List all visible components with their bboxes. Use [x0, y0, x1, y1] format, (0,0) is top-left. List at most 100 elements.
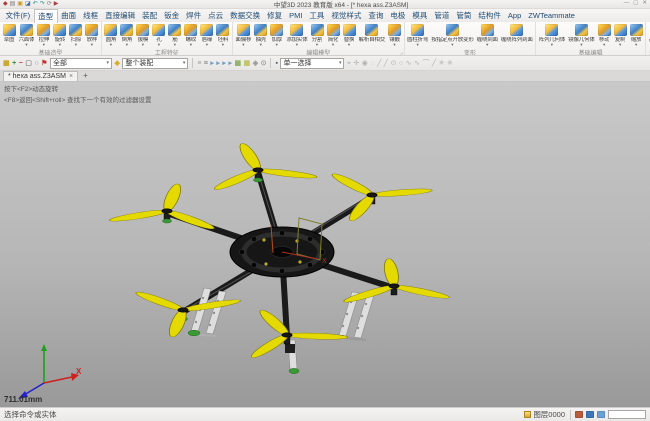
- ribbon-item-4-2[interactable]: 移动▾: [596, 23, 612, 48]
- layer-selector[interactable]: 图层0000: [524, 409, 565, 420]
- toolbar-icon-2[interactable]: −: [19, 60, 23, 67]
- toolbar-gray-icon-11[interactable]: ╱: [432, 60, 436, 67]
- toolbar-gray-icon-6[interactable]: ⊙: [391, 60, 397, 67]
- menu-item-1[interactable]: 造型: [34, 9, 58, 23]
- toolbar-gray-icon-3[interactable]: ◌: [370, 60, 374, 67]
- toolbar-gray-icon-7[interactable]: ○: [399, 60, 403, 67]
- menu-item-6[interactable]: 钣金: [161, 9, 183, 22]
- toolbar-mid-icon-5[interactable]: ▸: [228, 60, 232, 67]
- menu-item-20[interactable]: App: [504, 10, 524, 21]
- ribbon-item-2-4[interactable]: 分割▾: [309, 23, 325, 48]
- tab-close-icon[interactable]: ×: [69, 73, 73, 80]
- toolbar-gray-icon-9[interactable]: ∿: [414, 60, 420, 67]
- menu-item-18[interactable]: 管筒: [453, 9, 475, 22]
- toolbar-mid-icon-6[interactable]: ▦: [234, 60, 241, 67]
- toolbar-icon-4[interactable]: ○: [34, 60, 38, 67]
- ribbon-item-2-8[interactable]: 镶嵌▾: [387, 23, 403, 48]
- quick-access-icon-6[interactable]: ⟳: [47, 1, 52, 7]
- ribbon-item-0-5[interactable]: 放样▾: [84, 23, 100, 48]
- toolbar-gray-icon-5[interactable]: ╱: [384, 60, 388, 67]
- menu-item-9[interactable]: 数据交换: [227, 9, 264, 22]
- ribbon-item-2-3[interactable]: 添加实体▾: [285, 23, 309, 48]
- toolbar-mid-icon-3[interactable]: ▸: [216, 60, 220, 67]
- status-input[interactable]: [608, 410, 646, 419]
- ribbon-item-3-3[interactable]: 缠绕阵列到面: [499, 23, 534, 43]
- ribbon-item-0-3[interactable]: 旋转▾: [52, 23, 68, 48]
- ribbon-item-4-1[interactable]: 镜像几何体▾: [567, 23, 597, 48]
- document-tab[interactable]: * hexa ass.Z3ASM ×: [3, 71, 78, 81]
- menu-item-14[interactable]: 查询: [365, 9, 387, 22]
- ribbon-item-2-6[interactable]: 替换▾: [341, 23, 357, 48]
- menu-item-10[interactable]: 修复: [264, 9, 286, 22]
- quick-access-icon-5[interactable]: ↷: [40, 1, 45, 7]
- toolbar-gray-icon-1[interactable]: ✛: [353, 60, 359, 67]
- ribbon-item-3-2[interactable]: 缠绕到面▾: [475, 23, 499, 48]
- ribbon-item-1-5[interactable]: 螺纹▾: [183, 23, 199, 48]
- menu-item-8[interactable]: 点云: [205, 9, 227, 22]
- menu-item-0[interactable]: 文件(F): [2, 9, 34, 22]
- status-display-icon-1[interactable]: [586, 411, 594, 418]
- ribbon-item-1-4[interactable]: 筋▾: [167, 23, 183, 48]
- ribbon-item-2-7[interactable]: 解析自相交: [357, 23, 387, 43]
- toolbar-gray-icon-4[interactable]: ╱: [377, 60, 381, 67]
- toolbar-mid-icon-2[interactable]: ▸: [210, 60, 214, 67]
- ribbon-item-4-0[interactable]: 阵列几何体▾: [537, 23, 567, 48]
- filter-combo[interactable]: 全部▾: [50, 58, 112, 69]
- toolbar-gray-icon-13[interactable]: ✳: [447, 60, 453, 67]
- quick-access-icon-4[interactable]: ↶: [33, 1, 38, 7]
- ribbon-item-3-0[interactable]: 圆柱折弯▾: [406, 23, 430, 48]
- ribbon-item-0-1[interactable]: 六面体▾: [17, 23, 36, 48]
- ribbon-item-1-0[interactable]: 圆角▾: [103, 23, 119, 48]
- ribbon-item-2-1[interactable]: 抽壳▾: [253, 23, 269, 48]
- ribbon-item-1-2[interactable]: 拔模▾: [135, 23, 151, 48]
- quick-access-icon-2[interactable]: ▣: [17, 1, 23, 7]
- new-tab-button[interactable]: +: [83, 72, 88, 80]
- menu-item-2[interactable]: 曲面: [58, 9, 80, 22]
- toolbar-mid-icon-7[interactable]: ▦: [244, 60, 251, 67]
- status-display-icon-2[interactable]: [597, 411, 605, 418]
- scope-icon[interactable]: ◆: [114, 60, 119, 67]
- menu-item-16[interactable]: 模具: [409, 9, 431, 22]
- ribbon-item-2-0[interactable]: 面偏移▾: [234, 23, 253, 48]
- toolbar-gray-icon-8[interactable]: ∿: [406, 60, 412, 67]
- scope-combo[interactable]: 整个装配▾: [122, 58, 188, 69]
- ribbon-item-1-6[interactable]: 唇缘▾: [199, 23, 215, 48]
- toolbar-icon-3[interactable]: ▢: [25, 60, 32, 67]
- quick-access-icon-1[interactable]: ▤: [10, 1, 16, 7]
- menu-item-4[interactable]: 直接编辑: [102, 9, 139, 22]
- selection-mode-combo[interactable]: 单一选择▾: [280, 58, 344, 69]
- menu-item-17[interactable]: 管道: [431, 9, 453, 22]
- maximize-button[interactable]: ▢: [633, 1, 638, 7]
- toolbar-gray-icon-10[interactable]: ⌒: [422, 60, 429, 67]
- close-button[interactable]: ✕: [642, 1, 647, 7]
- menu-item-19[interactable]: 结构件: [475, 9, 505, 22]
- selection-mode-icon[interactable]: ▪: [275, 60, 277, 67]
- ribbon-item-2-2[interactable]: 加厚▾: [269, 23, 285, 48]
- ribbon-item-1-3[interactable]: 孔▾: [151, 23, 167, 48]
- toolbar-gray-icon-2[interactable]: ◉: [362, 60, 368, 67]
- ribbon-item-4-4[interactable]: 缩放▾: [628, 23, 644, 48]
- toolbar-gray-icon-12[interactable]: ✳: [439, 60, 445, 67]
- ribbon-item-2-5[interactable]: 简化▾: [325, 23, 341, 48]
- quick-access-icon-0[interactable]: ◆: [3, 1, 8, 7]
- ribbon-item-1-7[interactable]: 坯料▾: [215, 23, 231, 48]
- ribbon-item-0-2[interactable]: 拉伸▾: [36, 23, 52, 48]
- menu-item-12[interactable]: 工具: [306, 9, 328, 22]
- toolbar-mid-icon-4[interactable]: ▸: [222, 60, 226, 67]
- status-display-icon-0[interactable]: [575, 411, 583, 418]
- menu-item-21[interactable]: ZWTeammate: [525, 10, 579, 21]
- toolbar-gray-icon-0[interactable]: ⌖: [347, 60, 351, 67]
- toolbar-mid-icon-1[interactable]: ⌗: [204, 60, 208, 67]
- ribbon-item-3-1[interactable]: 按指定点开放变形▾: [430, 23, 475, 48]
- toolbar-mid-icon-0[interactable]: ≡: [197, 60, 201, 67]
- viewport-canvas[interactable]: 按下<F2>动态旋转 <F8>返回<Shift+roll> 查找下一个有效的过滤…: [0, 82, 650, 407]
- menu-item-11[interactable]: PMI: [286, 10, 306, 21]
- ribbon-item-1-1[interactable]: 倒角▾: [119, 23, 135, 48]
- menu-item-13[interactable]: 视觉样式: [328, 9, 365, 22]
- menu-item-5[interactable]: 装配: [139, 9, 161, 22]
- minimize-button[interactable]: —: [624, 1, 630, 7]
- menu-item-3[interactable]: 线框: [80, 9, 102, 22]
- menu-item-15[interactable]: 电极: [387, 9, 409, 22]
- hexacopter-model[interactable]: X: [0, 82, 650, 407]
- menu-item-7[interactable]: 焊件: [183, 9, 205, 22]
